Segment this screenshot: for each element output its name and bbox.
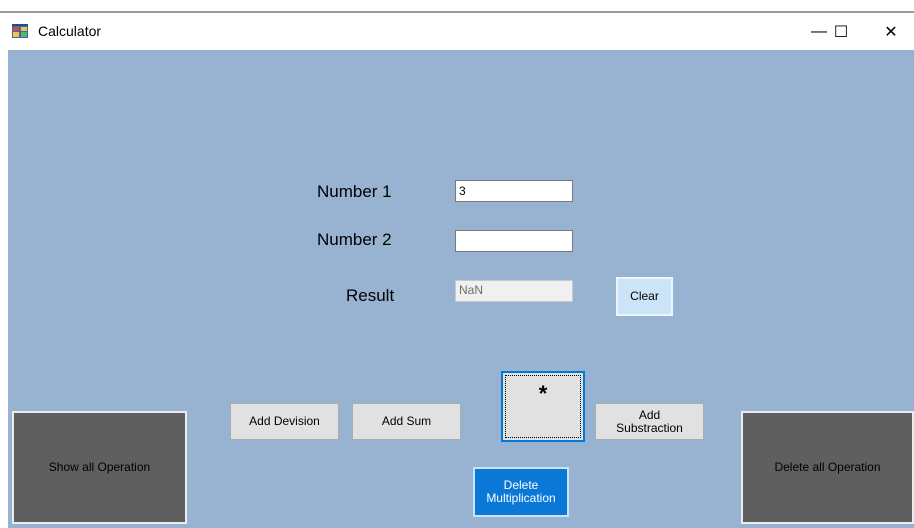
client-area: Number 1 3 Number 2 Result NaN Clear Sho… (8, 50, 914, 528)
number2-label: Number 2 (317, 230, 392, 249)
add-division-button[interactable]: Add Devision (230, 403, 339, 440)
multiply-button[interactable]: * (501, 371, 585, 442)
close-button[interactable]: ✕ (868, 13, 914, 50)
app-icon (12, 24, 28, 38)
title-bar[interactable]: Calculator — ☐ ✕ (0, 13, 914, 50)
delete-multiplication-button[interactable]: Delete Multiplication (473, 467, 569, 517)
clear-button[interactable]: Clear (616, 277, 673, 316)
result-output: NaN (455, 280, 573, 302)
multiply-button-label: * (538, 381, 548, 406)
show-all-operation-button[interactable]: Show all Operation (12, 411, 187, 524)
add-sum-button[interactable]: Add Sum (352, 403, 461, 440)
maximize-button[interactable]: ☐ (818, 13, 864, 50)
number2-input[interactable] (455, 230, 573, 252)
number1-label: Number 1 (317, 182, 392, 201)
window-title: Calculator (38, 23, 102, 39)
add-subtraction-button[interactable]: Add Substraction (595, 403, 704, 440)
result-label: Result (346, 286, 395, 305)
number1-input[interactable]: 3 (455, 180, 573, 202)
delete-all-operation-button[interactable]: Delete all Operation (741, 411, 914, 524)
